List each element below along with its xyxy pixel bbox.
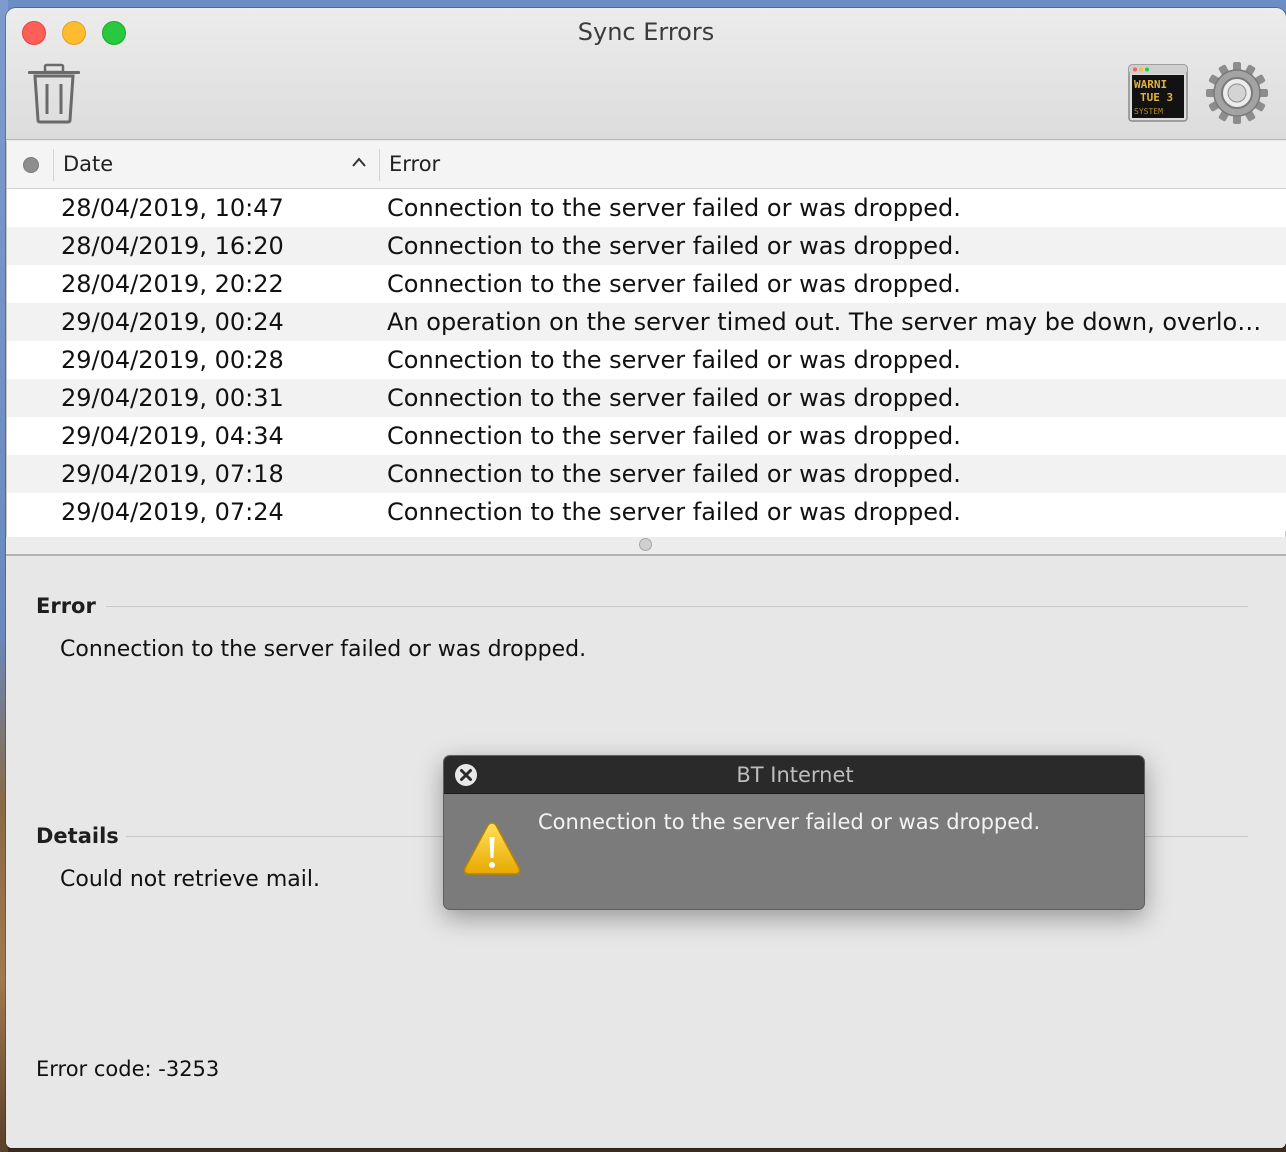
notification-message: Connection to the server failed or was d… [538, 810, 1041, 834]
details-section-heading: Details [36, 824, 119, 848]
table-row[interactable]: 28/04/2019, 10:47 Connection to the serv… [7, 189, 1286, 227]
row-error: Connection to the server failed or was d… [387, 422, 961, 450]
errors-table: Date Error 28/04/2019, 10:47 Connection … [6, 141, 1286, 537]
sort-ascending-chevron-icon[interactable] [351, 155, 367, 171]
details-description: Could not retrieve mail. [60, 867, 320, 892]
console-screen-line: SYSTEM [1134, 107, 1163, 116]
row-date: 29/04/2019, 00:28 [61, 346, 284, 374]
notification-titlebar: BT Internet [444, 756, 1144, 794]
status-column-icon[interactable] [23, 157, 39, 173]
row-date: 28/04/2019, 20:22 [61, 270, 284, 298]
table-row[interactable]: 29/04/2019, 04:34 Connection to the serv… [7, 417, 1286, 455]
row-error: Connection to the server failed or was d… [387, 498, 961, 526]
table-row[interactable]: 29/04/2019, 00:24 An operation on the se… [7, 303, 1286, 341]
gear-icon[interactable] [1204, 60, 1270, 126]
row-date: 29/04/2019, 07:18 [61, 460, 284, 488]
error-section-heading: Error [36, 594, 96, 618]
console-screen-line: TUE 3 [1140, 91, 1173, 104]
notification-title: BT Internet [736, 763, 854, 787]
column-header-error[interactable]: Error [389, 152, 440, 176]
warning-icon [462, 820, 522, 876]
row-error: Connection to the server failed or was d… [387, 346, 961, 374]
section-divider [106, 606, 1248, 607]
window-titlebar: Sync Errors WARNI TUE 3 SYSTEM [6, 8, 1286, 140]
console-screen-line: WARNI [1134, 78, 1167, 91]
split-view-divider[interactable] [6, 537, 1286, 556]
row-error: Connection to the server failed or was d… [387, 194, 961, 222]
row-error: Connection to the server failed or was d… [387, 384, 961, 412]
sync-errors-window: Sync Errors WARNI TUE 3 SYSTEM Date Erro… [6, 8, 1286, 1148]
row-date: 29/04/2019, 04:34 [61, 422, 284, 450]
row-date: 28/04/2019, 16:20 [61, 232, 284, 260]
row-date: 29/04/2019, 00:31 [61, 384, 284, 412]
notification-panel: BT Internet Connection to the server fai… [443, 755, 1145, 910]
column-divider[interactable] [53, 149, 54, 181]
table-header: Date Error [7, 141, 1286, 189]
table-row[interactable]: 29/04/2019, 07:18 Connection to the serv… [7, 455, 1286, 493]
row-date: 29/04/2019, 07:24 [61, 498, 284, 526]
row-date: 28/04/2019, 10:47 [61, 194, 284, 222]
error-description: Connection to the server failed or was d… [60, 637, 587, 662]
table-row[interactable]: 28/04/2019, 16:20 Connection to the serv… [7, 227, 1286, 265]
row-error: Connection to the server failed or was d… [387, 232, 961, 260]
row-date: 29/04/2019, 00:24 [61, 308, 284, 336]
table-body: 28/04/2019, 10:47 Connection to the serv… [7, 189, 1286, 531]
column-header-date[interactable]: Date [63, 152, 113, 176]
column-divider[interactable] [379, 149, 380, 181]
divider-handle[interactable] [639, 538, 652, 551]
row-error: An operation on the server timed out. Th… [387, 308, 1271, 336]
window-title: Sync Errors [577, 18, 715, 46]
table-row[interactable]: 29/04/2019, 07:24 Connection to the serv… [7, 493, 1286, 531]
error-code: Error code: -3253 [36, 1057, 220, 1081]
table-row[interactable]: 28/04/2019, 20:22 Connection to the serv… [7, 265, 1286, 303]
row-error: Connection to the server failed or was d… [387, 460, 961, 488]
console-warning-icon[interactable]: WARNI TUE 3 SYSTEM [1128, 64, 1188, 122]
table-row[interactable]: 29/04/2019, 00:31 Connection to the serv… [7, 379, 1286, 417]
table-row[interactable]: 29/04/2019, 00:28 Connection to the serv… [7, 341, 1286, 379]
trash-icon[interactable] [24, 62, 84, 124]
row-error: Connection to the server failed or was d… [387, 270, 961, 298]
